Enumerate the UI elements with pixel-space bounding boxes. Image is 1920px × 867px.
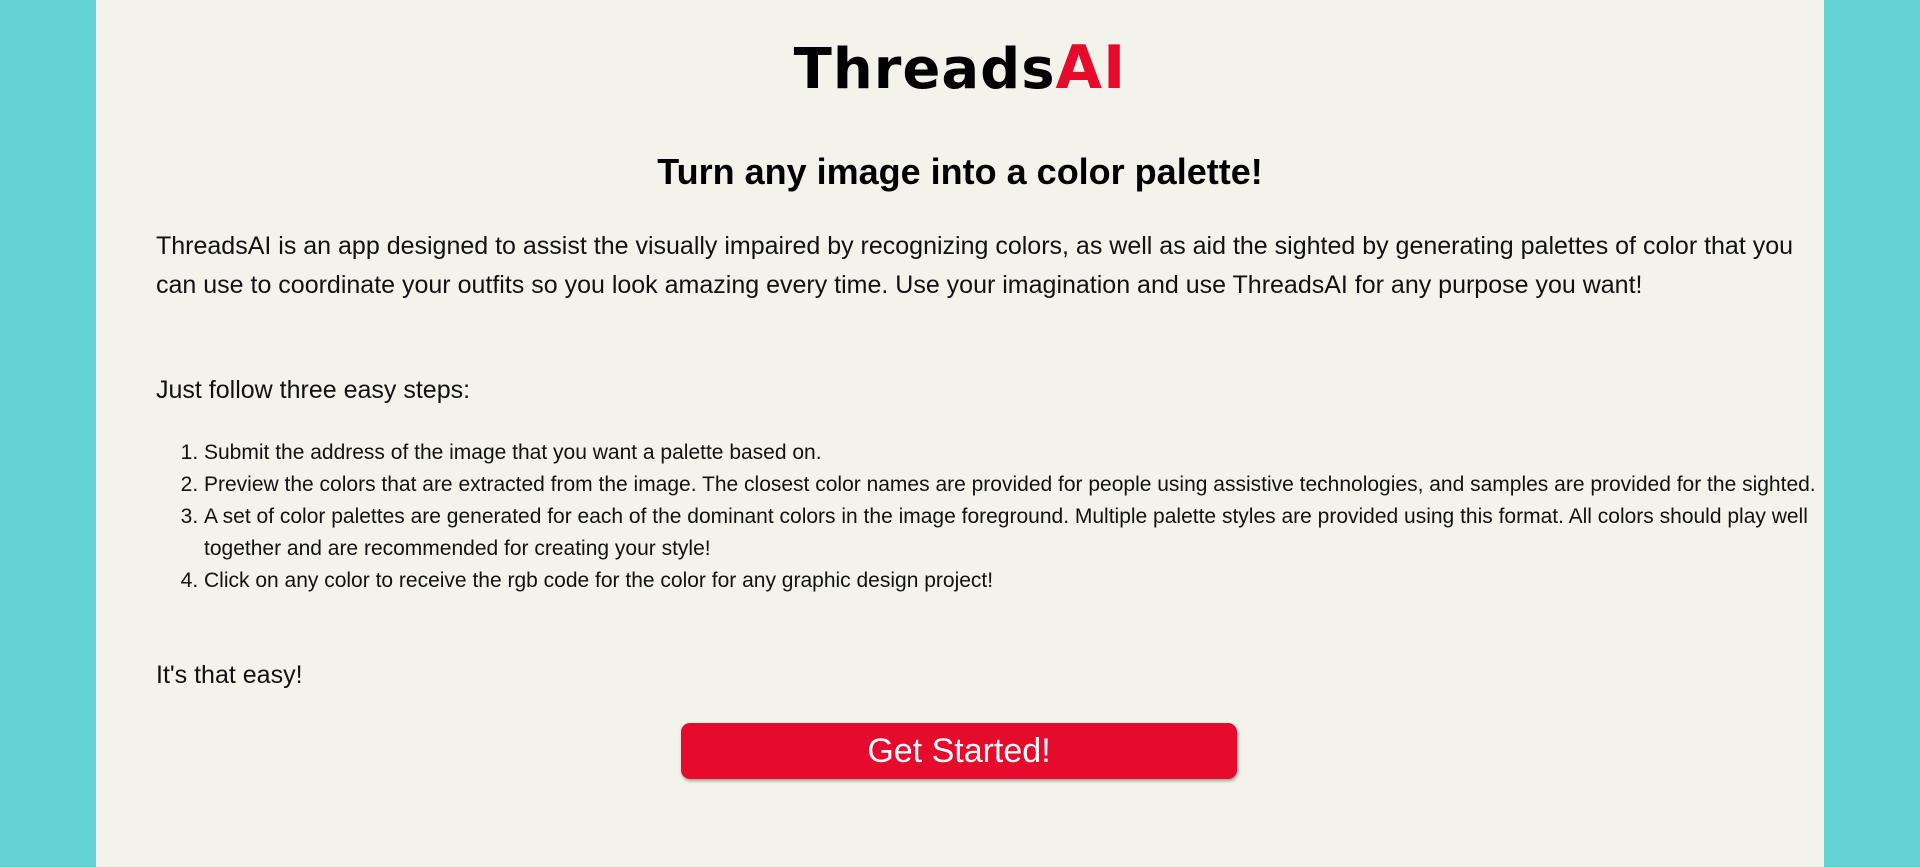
- get-started-button[interactable]: Get Started!: [681, 723, 1237, 779]
- step-item: A set of color palettes are generated fo…: [204, 501, 1824, 565]
- logo-text-main: Threads: [793, 37, 1056, 102]
- threadsai-logo: ThreadsAI: [96, 36, 1824, 102]
- outro-text: It's that easy!: [156, 661, 303, 689]
- steps-lead-text: Just follow three easy steps:: [156, 376, 471, 404]
- step-item: Click on any color to receive the rgb co…: [204, 565, 1824, 597]
- step-item: Submit the address of the image that you…: [204, 437, 1824, 469]
- logo-text-accent: AI: [1055, 33, 1127, 103]
- steps-list: Submit the address of the image that you…: [156, 437, 1824, 597]
- step-item: Preview the colors that are extracted fr…: [204, 469, 1824, 501]
- content-panel: ThreadsAI Turn any image into a color pa…: [96, 0, 1824, 867]
- page-headline: Turn any image into a color palette!: [657, 151, 1263, 192]
- intro-paragraph: ThreadsAI is an app designed to assist t…: [156, 232, 1794, 299]
